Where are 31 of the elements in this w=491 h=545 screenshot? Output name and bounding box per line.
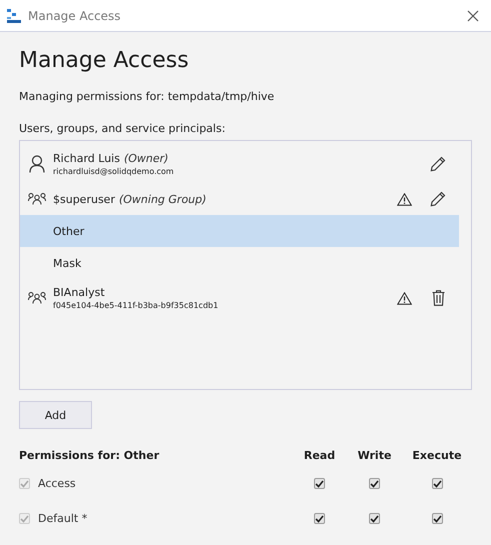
principal-item[interactable]: Mask (20, 247, 459, 279)
edit-icon[interactable] (430, 156, 446, 172)
permission-label: Default * (38, 512, 88, 525)
column-header: Read (302, 448, 336, 462)
principal-name: Richard Luis (Owner) (53, 152, 170, 165)
group-icon (28, 193, 46, 205)
principal-name: $superuser (Owning Group) (53, 192, 208, 206)
delete-icon[interactable] (432, 290, 444, 306)
dialog-heading: Manage Access (19, 47, 190, 75)
principal-detail: f045e104-4be5-411f-b3ba-b9f35c81cdb1 (53, 301, 220, 310)
add-button[interactable]: Add (19, 401, 92, 429)
principal-item[interactable]: Richard Luis (Owner) richardluisd@solidqdemo.com (20, 145, 459, 183)
window-title: Manage Access (28, 8, 122, 22)
principal-name: Mask (53, 256, 82, 270)
principal-name: Other (53, 224, 86, 238)
edit-icon[interactable] (430, 191, 446, 207)
app-icon (7, 8, 21, 22)
subtitle: Managing permissions for: tempdata/tmp/hive (19, 90, 276, 103)
list-label: Users, groups, and service principals: (19, 122, 226, 135)
principal-item[interactable]: BIAnalyst f045e104-4be5-411f-b3ba-b9f35c81cdb1 (20, 279, 459, 317)
column-header: Write (356, 448, 392, 462)
group-icon (28, 292, 46, 304)
principal-item[interactable]: $superuser (Owning Group) (20, 183, 459, 215)
close-icon[interactable] (467, 10, 479, 22)
permission-label: Access (38, 477, 76, 490)
principal-detail: richardluisd@solidqdemo.com (53, 167, 175, 176)
column-header: Execute (411, 448, 463, 462)
principal-name: BIAnalyst (53, 286, 106, 299)
person-icon (28, 155, 44, 173)
permissions-title: Permissions for: Other (19, 448, 160, 462)
principal-item[interactable]: Other (20, 215, 459, 247)
